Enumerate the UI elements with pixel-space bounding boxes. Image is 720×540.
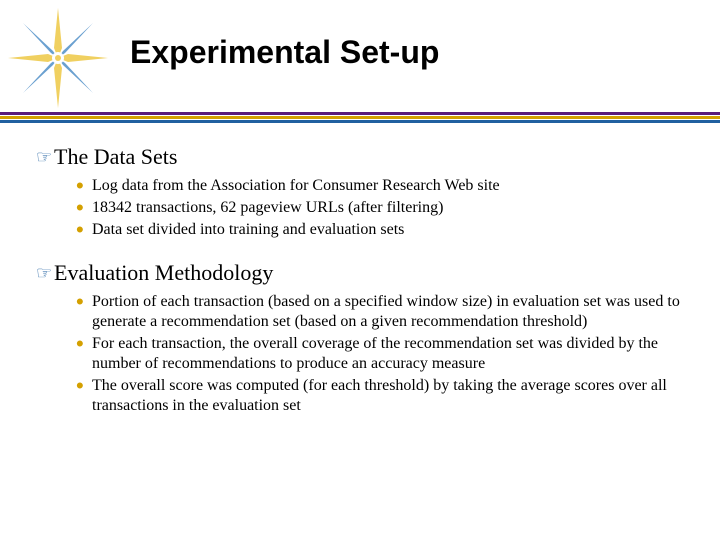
- section-data-sets: ☞ The Data Sets • Log data from the Asso…: [36, 144, 696, 240]
- section-head: ☞ The Data Sets: [36, 144, 696, 170]
- section-items: • Log data from the Association for Cons…: [76, 176, 696, 240]
- item-text: Data set divided into training and evalu…: [92, 220, 404, 240]
- bullet-dot-icon: •: [76, 334, 92, 354]
- section-title: Evaluation Methodology: [54, 260, 273, 286]
- slide-body: ☞ The Data Sets • Log data from the Asso…: [36, 144, 696, 436]
- list-item: • Data set divided into training and eva…: [76, 220, 696, 240]
- item-text: The overall score was computed (for each…: [92, 376, 696, 416]
- item-text: For each transaction, the overall covera…: [92, 334, 696, 374]
- list-item: • Portion of each transaction (based on …: [76, 292, 696, 332]
- bullet-dot-icon: •: [76, 292, 92, 312]
- pointer-icon: ☞: [36, 260, 54, 286]
- section-evaluation: ☞ Evaluation Methodology • Portion of ea…: [36, 260, 696, 416]
- stripe-blue: [0, 120, 720, 123]
- list-item: • 18342 transactions, 62 pageview URLs (…: [76, 198, 696, 218]
- slide-title: Experimental Set-up: [130, 34, 439, 71]
- bullet-dot-icon: •: [76, 198, 92, 218]
- bullet-dot-icon: •: [76, 220, 92, 240]
- pointer-icon: ☞: [36, 144, 54, 170]
- stripe-purple: [0, 112, 720, 115]
- section-head: ☞ Evaluation Methodology: [36, 260, 696, 286]
- section-title: The Data Sets: [54, 144, 177, 170]
- bullet-dot-icon: •: [76, 176, 92, 196]
- item-text: Portion of each transaction (based on a …: [92, 292, 696, 332]
- divider-stripes: [0, 112, 720, 123]
- list-item: • The overall score was computed (for ea…: [76, 376, 696, 416]
- section-items: • Portion of each transaction (based on …: [76, 292, 696, 416]
- item-text: 18342 transactions, 62 pageview URLs (af…: [92, 198, 443, 218]
- list-item: • For each transaction, the overall cove…: [76, 334, 696, 374]
- slide: Experimental Set-up ☞ The Data Sets • Lo…: [0, 0, 720, 540]
- starburst-logo-icon: [8, 8, 108, 108]
- bullet-dot-icon: •: [76, 376, 92, 396]
- stripe-gold: [0, 116, 720, 119]
- list-item: • Log data from the Association for Cons…: [76, 176, 696, 196]
- item-text: Log data from the Association for Consum…: [92, 176, 500, 196]
